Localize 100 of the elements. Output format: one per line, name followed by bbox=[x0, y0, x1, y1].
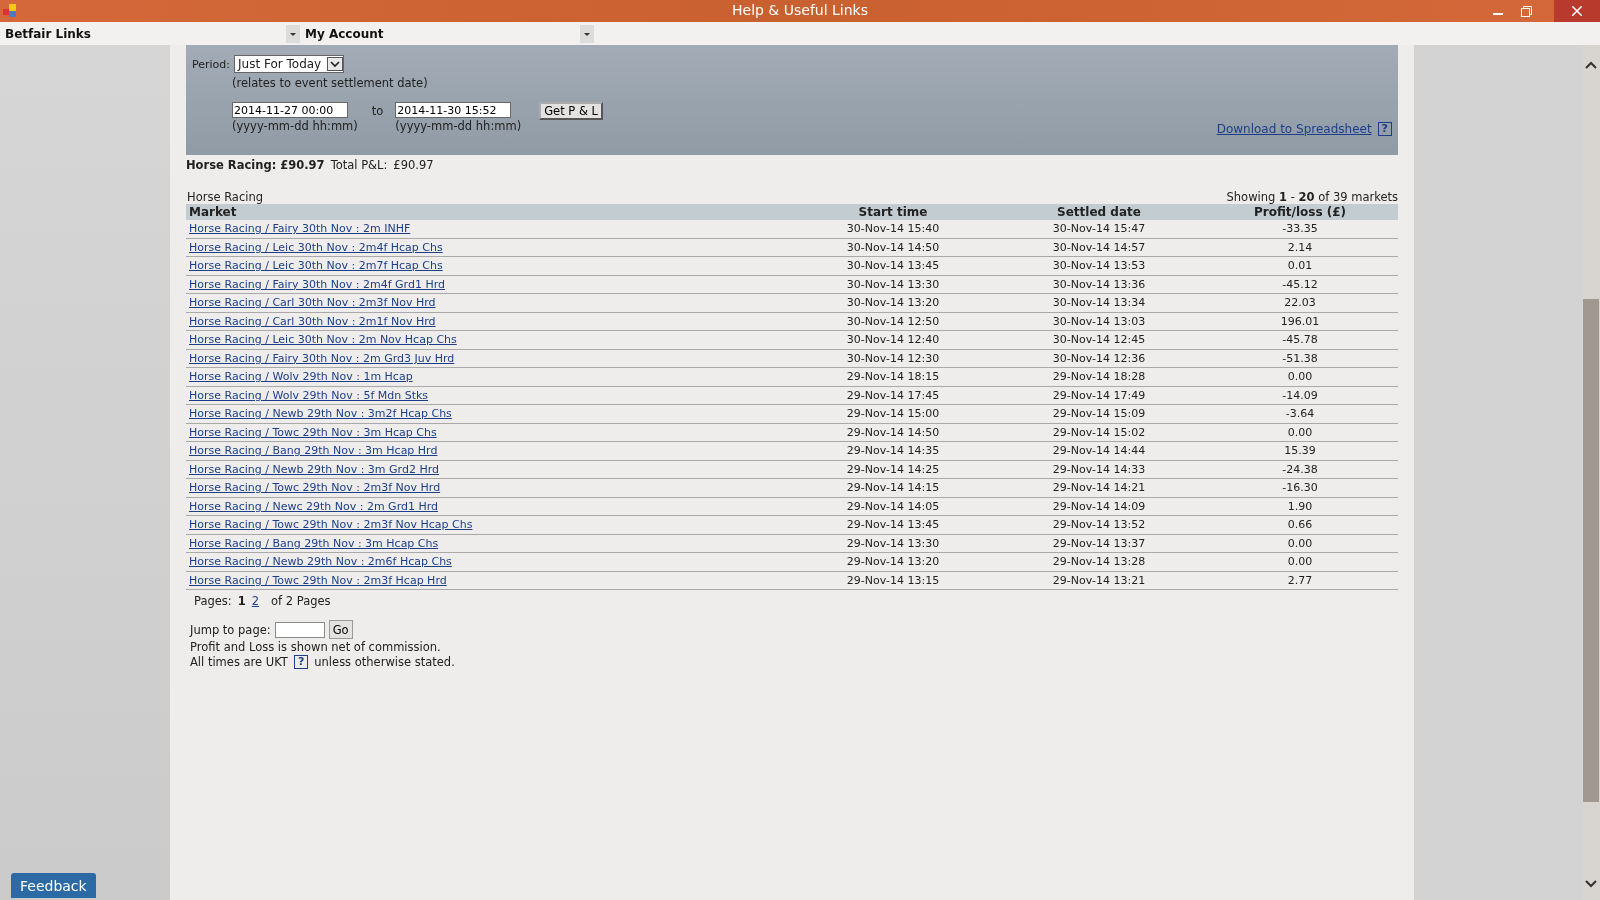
help-button[interactable]: ? bbox=[1377, 122, 1392, 136]
table-cell: 29-Nov-14 14:05 bbox=[790, 497, 996, 516]
table-cell: -14.09 bbox=[1202, 386, 1398, 405]
current-page: 1 bbox=[237, 594, 246, 608]
scrollbar-thumb[interactable] bbox=[1583, 298, 1599, 803]
table-cell: 0.00 bbox=[1202, 552, 1398, 571]
table-cell: 30-Nov-14 12:36 bbox=[996, 349, 1202, 368]
market-link[interactable]: Horse Racing / Bang 29th Nov : 3m Hcap Chs bbox=[189, 536, 439, 550]
market-link[interactable]: Horse Racing / Towc 29th Nov : 3m Hcap Chs bbox=[189, 425, 437, 439]
table-cell: 29-Nov-14 14:33 bbox=[996, 460, 1202, 479]
page-number-field[interactable] bbox=[274, 621, 325, 638]
download-link[interactable]: Download to Spreadsheet bbox=[1216, 122, 1372, 136]
window-title: Help & Useful Links bbox=[731, 2, 869, 18]
period-dropdown[interactable]: Just For Today bbox=[234, 55, 345, 73]
market-link[interactable]: Horse Racing / Towc 29th Nov : 2m3f Nov Hcap Chs bbox=[189, 518, 473, 532]
market-link[interactable]: Horse Racing / Towc 29th Nov : 2m3f Hcap Hrd bbox=[189, 573, 447, 587]
market-link[interactable]: Horse Racing / Fairy 30th Nov : 2m INHF bbox=[189, 222, 411, 236]
table-cell: 29-Nov-14 13:30 bbox=[790, 534, 996, 553]
table-cell: 29-Nov-14 18:15 bbox=[790, 367, 996, 386]
table-cell: 29-Nov-14 13:21 bbox=[996, 571, 1202, 590]
table-cell: 29-Nov-14 17:45 bbox=[790, 386, 996, 405]
close-button[interactable] bbox=[1554, 0, 1600, 22]
market-link[interactable]: Horse Racing / Carl 30th Nov : 2m3f Nov Hrd bbox=[189, 296, 436, 310]
timezone-note: unless otherwise stated. bbox=[314, 655, 455, 669]
period-note: (relates to event settlement date) bbox=[232, 76, 429, 90]
table-cell: 2.77 bbox=[1202, 571, 1398, 590]
table-cell: 29-Nov-14 14:15 bbox=[790, 478, 996, 497]
market-link[interactable]: Horse Racing / Newc 29th Nov : 2m Grd1 Hrd bbox=[189, 499, 439, 513]
market-link[interactable]: Horse Racing / Leic 30th Nov : 2m7f Hcap Chs bbox=[189, 259, 443, 273]
page-link[interactable]: 2 bbox=[251, 594, 260, 608]
table-cell: 29-Nov-14 15:02 bbox=[996, 423, 1202, 442]
table-cell: 30-Nov-14 12:40 bbox=[790, 330, 996, 349]
table-cell: 30-Nov-14 13:30 bbox=[790, 275, 996, 294]
table-cell: 29-Nov-14 17:49 bbox=[996, 386, 1202, 405]
pages-label: Pages: bbox=[194, 594, 232, 608]
table-cell: 29-Nov-14 13:20 bbox=[790, 552, 996, 571]
table-cell: 30-Nov-14 13:45 bbox=[790, 256, 996, 275]
column-header: Market bbox=[186, 204, 790, 220]
table-cell: -45.12 bbox=[1202, 275, 1398, 294]
market-link[interactable]: Horse Racing / Leic 30th Nov : 2m Nov Hcap Chs bbox=[189, 333, 457, 347]
market-link[interactable]: Horse Racing / Carl 30th Nov : 2m1f Nov Hrd bbox=[189, 314, 436, 328]
market-link[interactable]: Horse Racing / Wolv 29th Nov : 5f Mdn Stks bbox=[189, 388, 429, 402]
restore-icon[interactable] bbox=[1521, 5, 1532, 17]
chevron-down-icon bbox=[327, 57, 344, 71]
table-cell: 0.01 bbox=[1202, 256, 1398, 275]
table-cell: 30-Nov-14 15:40 bbox=[790, 220, 996, 238]
scroll-up-icon[interactable] bbox=[1585, 61, 1597, 69]
table-cell: 0.00 bbox=[1202, 534, 1398, 553]
table-cell: 29-Nov-14 13:52 bbox=[996, 515, 1202, 534]
table-cell: 29-Nov-14 15:00 bbox=[790, 404, 996, 423]
table-cell: 29-Nov-14 15:09 bbox=[996, 404, 1202, 423]
market-link[interactable]: Horse Racing / Leic 30th Nov : 2m4f Hcap Chs bbox=[189, 240, 443, 254]
market-link[interactable]: Horse Racing / Fairy 30th Nov : 2m Grd3 Juv Hrd bbox=[189, 351, 455, 365]
help-button[interactable]: ? bbox=[293, 655, 309, 669]
commission-note: Profit and Loss is shown net of commission. bbox=[190, 640, 442, 654]
scroll-down-icon[interactable] bbox=[1585, 880, 1597, 888]
market-link[interactable]: Horse Racing / Wolv 29th Nov : 1m Hcap bbox=[189, 370, 413, 384]
get-pl-button[interactable]: Get P & L bbox=[539, 102, 603, 120]
table-cell: 1.90 bbox=[1202, 497, 1398, 516]
toolbar-dropdown[interactable]: My Account bbox=[300, 22, 594, 45]
column-header: Settled date bbox=[996, 204, 1202, 220]
to-date-field[interactable]: 2014-11-30 15:52 bbox=[395, 102, 512, 118]
table-cell: 30-Nov-14 12:45 bbox=[996, 330, 1202, 349]
page-count: of 2 Pages bbox=[271, 594, 331, 608]
table-cell: -51.38 bbox=[1202, 349, 1398, 368]
go-button[interactable]: Go bbox=[328, 620, 353, 639]
table-caption: Horse Racing bbox=[187, 190, 264, 204]
table-cell: 2.14 bbox=[1202, 238, 1398, 257]
table-cell: 0.00 bbox=[1202, 423, 1398, 442]
table-cell: 30-Nov-14 13:03 bbox=[996, 312, 1202, 331]
market-link[interactable]: Horse Racing / Bang 29th Nov : 3m Hcap Hrd bbox=[189, 444, 438, 458]
close-icon bbox=[1572, 6, 1582, 16]
table-cell: 30-Nov-14 14:57 bbox=[996, 238, 1202, 257]
table-cell: 30-Nov-14 14:50 bbox=[790, 238, 996, 257]
market-link[interactable]: Horse Racing / Newb 29th Nov : 2m6f Hcap Chs bbox=[189, 555, 452, 569]
table-cell: -33.35 bbox=[1202, 220, 1398, 238]
total-label: Total P&L: bbox=[330, 158, 388, 172]
table-cell: 29-Nov-14 13:15 bbox=[790, 571, 996, 590]
table-cell: 30-Nov-14 12:50 bbox=[790, 312, 996, 331]
table-cell: 29-Nov-14 14:50 bbox=[790, 423, 996, 442]
feedback-button[interactable]: Feedback bbox=[11, 873, 96, 898]
market-link[interactable]: Horse Racing / Towc 29th Nov : 2m3f Nov Hrd bbox=[189, 481, 441, 495]
total-value: £90.97 bbox=[393, 158, 434, 172]
table-cell: 0.66 bbox=[1202, 515, 1398, 534]
market-link[interactable]: Horse Racing / Fairy 30th Nov : 2m4f Grd1 Hrd bbox=[189, 277, 445, 291]
toolbar-dropdown[interactable]: Betfair Links bbox=[0, 22, 300, 45]
date-format-hint: (yyyy-mm-dd hh:mm) bbox=[395, 119, 522, 133]
column-header: Start time bbox=[790, 204, 996, 220]
table-cell: 196.01 bbox=[1202, 312, 1398, 331]
table-cell: -16.30 bbox=[1202, 478, 1398, 497]
period-label: Period: bbox=[192, 57, 230, 71]
from-date-field[interactable]: 2014-11-27 00:00 bbox=[232, 102, 348, 118]
table-cell: -24.38 bbox=[1202, 460, 1398, 479]
table-cell: 30-Nov-14 15:47 bbox=[996, 220, 1202, 238]
market-link[interactable]: Horse Racing / Newb 29th Nov : 3m Grd2 Hrd bbox=[189, 462, 439, 476]
market-link[interactable]: Horse Racing / Newb 29th Nov : 3m2f Hcap Chs bbox=[189, 407, 452, 421]
table-cell: 30-Nov-14 13:20 bbox=[790, 293, 996, 312]
scrollbar[interactable] bbox=[1582, 45, 1600, 900]
table-cell: 29-Nov-14 14:25 bbox=[790, 460, 996, 479]
table-cell: 29-Nov-14 13:45 bbox=[790, 515, 996, 534]
